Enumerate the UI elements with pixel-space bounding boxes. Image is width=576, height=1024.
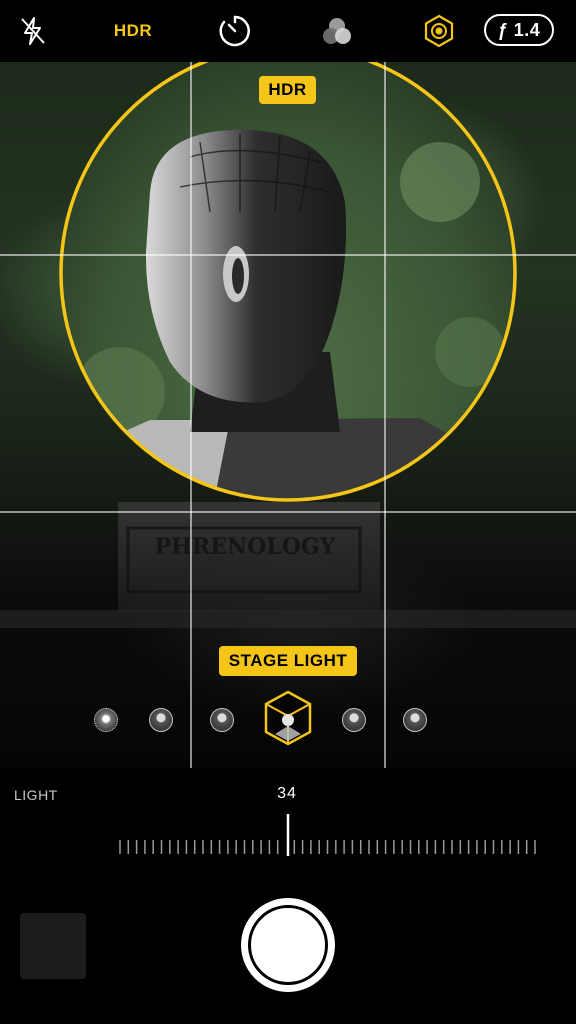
flash-off-icon [21, 17, 45, 45]
light-intensity-slider[interactable] [0, 812, 576, 858]
shutter-button[interactable] [241, 898, 335, 992]
flash-toggle[interactable] [8, 0, 58, 62]
timer-button[interactable] [210, 0, 260, 62]
high-key-light-mono-icon[interactable] [403, 708, 427, 732]
contour-light-icon[interactable] [210, 708, 234, 732]
natural-light-icon[interactable] [94, 708, 118, 732]
timer-icon [219, 15, 250, 47]
photo-thumbnail[interactable] [20, 913, 86, 979]
light-label: LIGHT [14, 787, 58, 803]
aperture-button[interactable]: ƒ 1.4 [484, 14, 554, 46]
top-bar: HDR ƒ 1.4 [0, 0, 576, 62]
grid-line [190, 62, 192, 768]
filters-button[interactable] [312, 0, 362, 62]
stage-light-icon[interactable] [263, 690, 313, 746]
grid-line [0, 511, 576, 513]
studio-light-icon[interactable] [149, 708, 173, 732]
light-value: 34 [277, 785, 297, 802]
live-photo-button[interactable] [414, 0, 464, 62]
hdr-toggle[interactable]: HDR [102, 0, 164, 62]
plinth-text: PHRENOLOGY [155, 534, 336, 560]
lighting-effects-wheel[interactable] [0, 686, 576, 750]
filters-icon [323, 18, 351, 44]
grid-line [384, 62, 386, 768]
hdr-badge: HDR [259, 76, 316, 104]
grid-line [0, 254, 576, 256]
shutter-button-inner [248, 905, 328, 985]
viewfinder[interactable]: PHRENOLOGY HDR STAGE LIGHT [0, 62, 576, 768]
stage-light-mono-icon[interactable] [342, 708, 366, 732]
live-photo-icon [424, 14, 454, 48]
effect-name-badge: STAGE LIGHT [219, 646, 357, 676]
